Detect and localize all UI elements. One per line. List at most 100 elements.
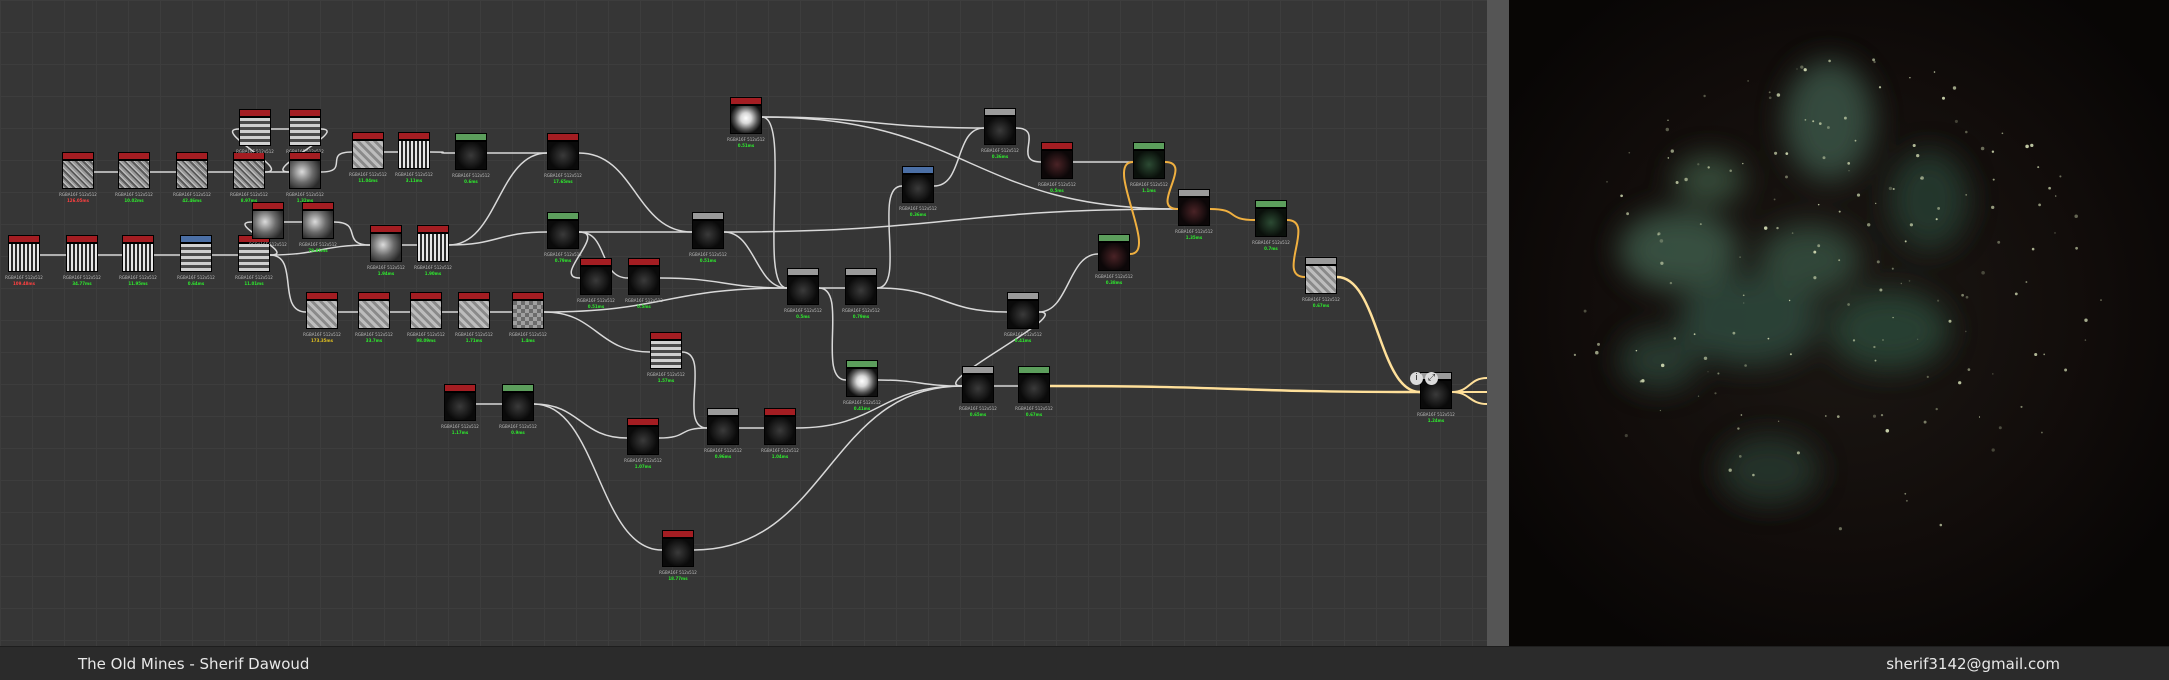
texture-preview-panel[interactable]: [1509, 0, 2169, 646]
node-header[interactable]: [8, 235, 40, 243]
node-thumbnail[interactable]: [289, 160, 321, 189]
node-header[interactable]: [1018, 366, 1050, 374]
node-thumbnail[interactable]: [846, 368, 878, 397]
node-wire-selected[interactable]: [1209, 208, 1256, 221]
node-thumbnail[interactable]: [352, 140, 384, 169]
graph-node[interactable]: RGBA16F 512x512 8.97ms: [230, 152, 268, 203]
node-thumbnail[interactable]: [1305, 265, 1337, 294]
node-header[interactable]: [306, 292, 338, 300]
graph-node[interactable]: RGBA16F 512x512 0.9ms: [499, 384, 537, 435]
expand-icon[interactable]: ⤢: [1425, 372, 1438, 385]
graph-node[interactable]: RGBA16F 512x512 0.7ms: [1252, 200, 1290, 251]
node-thumbnail[interactable]: [176, 160, 208, 189]
node-header[interactable]: [846, 360, 878, 368]
graph-node[interactable]: RGBA16F 512x512 0.41ms: [1004, 292, 1042, 343]
graph-node[interactable]: RGBA16F 512x512 0.51ms: [727, 97, 765, 148]
node-thumbnail[interactable]: [62, 160, 94, 189]
node-header[interactable]: [1007, 292, 1039, 300]
graph-node[interactable]: RGBA16F 512x512 0.64ms: [177, 235, 215, 286]
node-wire[interactable]: [877, 379, 963, 387]
node-wire[interactable]: [448, 231, 548, 246]
node-header[interactable]: [370, 225, 402, 233]
node-thumbnail[interactable]: [628, 266, 660, 295]
node-header[interactable]: [984, 108, 1016, 116]
node-header[interactable]: [444, 384, 476, 392]
graph-node[interactable]: RGBA16F 512x512 0.36ms: [981, 108, 1019, 159]
node-header[interactable]: [358, 292, 390, 300]
node-wire[interactable]: [658, 427, 708, 439]
graph-node[interactable]: RGBA16F 512x512 1.90ms: [414, 225, 452, 276]
node-header[interactable]: [1178, 189, 1210, 197]
graph-node[interactable]: RGBA16F 512x512 11.04ms: [349, 132, 387, 183]
node-wire[interactable]: [761, 116, 1179, 210]
graph-node[interactable]: RGBA16F 512x512 11.01ms: [235, 235, 273, 286]
graph-node[interactable]: RGBA16F 512x512 1.57ms: [647, 332, 685, 383]
node-thumbnail[interactable]: [662, 538, 694, 567]
node-thumbnail[interactable]: [1133, 150, 1165, 179]
node-thumbnail[interactable]: [289, 117, 321, 146]
node-thumbnail[interactable]: [252, 210, 284, 239]
graph-node[interactable]: RGBA16F 512x512 0.41ms: [843, 360, 881, 411]
graph-node[interactable]: RGBA16F 512x512 126.05ms: [59, 152, 97, 203]
node-header[interactable]: [176, 152, 208, 160]
graph-node[interactable]: RGBA16F 512x512 1.07ms: [624, 418, 662, 469]
graph-node[interactable]: RGBA16F 512x512 0.51ms: [689, 212, 727, 263]
graph-node[interactable]: RGBA16F 512x512 0.5ms: [1038, 142, 1076, 193]
node-thumbnail[interactable]: [306, 300, 338, 329]
graph-node[interactable]: RGBA16F 512x512 3.11ms: [395, 132, 433, 183]
graph-node[interactable]: RGBA16F 512x512 1.35ms: [1175, 189, 1213, 240]
node-header[interactable]: [662, 530, 694, 538]
graph-node[interactable]: RGBA16F 512x512 0.5ms: [784, 268, 822, 319]
node-wire[interactable]: [818, 287, 847, 381]
node-wire[interactable]: [543, 311, 651, 353]
node-thumbnail[interactable]: [358, 300, 390, 329]
node-thumbnail[interactable]: [984, 116, 1016, 145]
node-thumbnail[interactable]: [502, 392, 534, 421]
node-wire[interactable]: [533, 403, 628, 439]
node-thumbnail[interactable]: [302, 210, 334, 239]
node-header[interactable]: [1255, 200, 1287, 208]
node-thumbnail[interactable]: [8, 243, 40, 272]
graph-node[interactable]: RGBA16F 512x512 0.79ms: [842, 268, 880, 319]
node-thumbnail[interactable]: [512, 300, 544, 329]
node-header[interactable]: [118, 152, 150, 160]
node-wire[interactable]: [681, 351, 708, 429]
node-header[interactable]: [764, 408, 796, 416]
graph-node[interactable]: RGBA16F 512x512 1.1ms: [1130, 142, 1168, 193]
node-thumbnail[interactable]: [627, 426, 659, 455]
node-thumbnail[interactable]: [1178, 197, 1210, 226]
node-thumbnail[interactable]: [370, 233, 402, 262]
graph-node[interactable]: RGBA16F 512x512: [236, 109, 274, 154]
node-header[interactable]: [398, 132, 430, 140]
node-thumbnail[interactable]: [1007, 300, 1039, 329]
node-header[interactable]: [580, 258, 612, 266]
graph-node[interactable]: RGBA16F 512x512 0.36ms: [899, 166, 937, 217]
node-thumbnail[interactable]: [730, 105, 762, 134]
node-thumbnail[interactable]: [410, 300, 442, 329]
node-wire[interactable]: [761, 116, 985, 129]
node-graph-canvas[interactable]: RGBA16F 512x512 126.05ms RGBA16F 512x512 10…: [0, 0, 1487, 646]
graph-node[interactable]: RGBA16F 512x512 1.32ms: [286, 152, 324, 203]
graph-node[interactable]: RGBA16F 512x512 0.51ms: [577, 258, 615, 309]
node-thumbnail[interactable]: [692, 220, 724, 249]
graph-node[interactable]: RGBA16F 512x512 1.04ms: [761, 408, 799, 459]
node-wire[interactable]: [876, 287, 1008, 313]
graph-node[interactable]: RGBA16F 512x512 17.65ms: [544, 133, 582, 184]
graph-node[interactable]: RGBA16F 512x512 109.48ms: [5, 235, 43, 286]
node-header[interactable]: [1305, 257, 1337, 265]
node-header[interactable]: [62, 152, 94, 160]
graph-node[interactable]: RGBA16F 512x512 1.17ms: [441, 384, 479, 435]
node-header[interactable]: [902, 166, 934, 174]
node-thumbnail[interactable]: [417, 233, 449, 262]
node-thumbnail[interactable]: [233, 160, 265, 189]
node-header[interactable]: [417, 225, 449, 233]
graph-node[interactable]: RGBA16F 512x512 0.6ms: [452, 133, 490, 184]
graph-node[interactable]: RGBA16F 512x512 173.35ms: [303, 292, 341, 343]
node-thumbnail[interactable]: [118, 160, 150, 189]
node-wire-output[interactable]: [1049, 384, 1421, 394]
node-header[interactable]: [66, 235, 98, 243]
node-header[interactable]: [650, 332, 682, 340]
node-wire[interactable]: [876, 185, 903, 289]
graph-node[interactable]: RGBA16F 512x512: [286, 109, 324, 154]
node-header[interactable]: [289, 152, 321, 160]
